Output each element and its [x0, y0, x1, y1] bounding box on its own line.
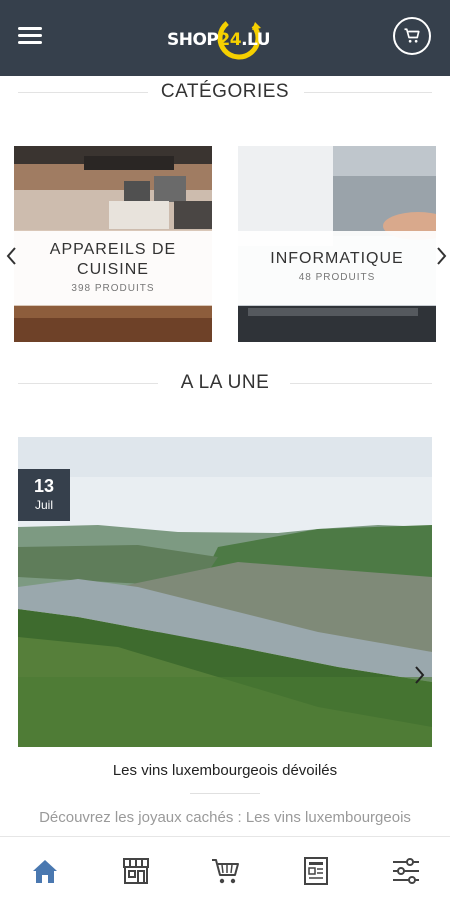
nav-settings[interactable] [386, 851, 426, 891]
article-divider [190, 793, 260, 794]
category-name-line1: APPAREILS DE [49, 241, 177, 258]
shopping-cart-icon [212, 859, 239, 884]
cart-button[interactable] [393, 17, 431, 55]
bottom-navigation [0, 836, 450, 900]
category-count: 48 PRODUITS [298, 272, 376, 283]
cart-icon [404, 28, 420, 43]
nav-cart[interactable] [206, 851, 246, 891]
shop24-logo[interactable]: SHOP24.LU [165, 14, 285, 62]
category-count: 398 PRODUITS [71, 283, 155, 294]
moselle-river-landscape-image [18, 437, 432, 747]
news-icon [304, 857, 328, 885]
date-badge: 13 Juil [18, 469, 70, 521]
nav-news[interactable] [296, 851, 336, 891]
category-card-computing[interactable]: INFORMATIQUE 48 PRODUITS [238, 146, 436, 342]
logo-text: SHOP24.LU [167, 30, 271, 50]
nav-home[interactable] [25, 851, 65, 891]
home-icon [33, 860, 57, 883]
article-image[interactable]: 13 Juil [18, 437, 432, 747]
nav-store[interactable] [116, 851, 156, 891]
carousel-next-arrow-icon[interactable] [432, 244, 450, 268]
article-next-arrow-icon[interactable] [410, 663, 430, 687]
category-label-box: INFORMATIQUE 48 PRODUITS [238, 231, 436, 305]
hamburger-menu-icon[interactable] [18, 24, 46, 52]
app-header: SHOP24.LU [0, 0, 450, 76]
category-name: INFORMATIQUE [270, 250, 404, 267]
date-day: 13 [33, 476, 55, 496]
date-month: Juil [34, 498, 53, 512]
category-card-kitchen[interactable]: APPAREILS DE CUISINE 398 PRODUITS [14, 146, 212, 342]
category-label-box: APPAREILS DE CUISINE 398 PRODUITS [14, 231, 212, 305]
settings-sliders-icon [393, 858, 419, 884]
carousel-prev-arrow-icon[interactable] [2, 244, 22, 268]
featured-heading: A LA UNE [18, 369, 432, 399]
category-name-line2: CUISINE [77, 261, 149, 278]
categories-heading: CATÉGORIES [18, 78, 432, 108]
store-icon [123, 858, 149, 884]
article-title[interactable]: Les vins luxembourgeois dévoilés [18, 762, 432, 779]
